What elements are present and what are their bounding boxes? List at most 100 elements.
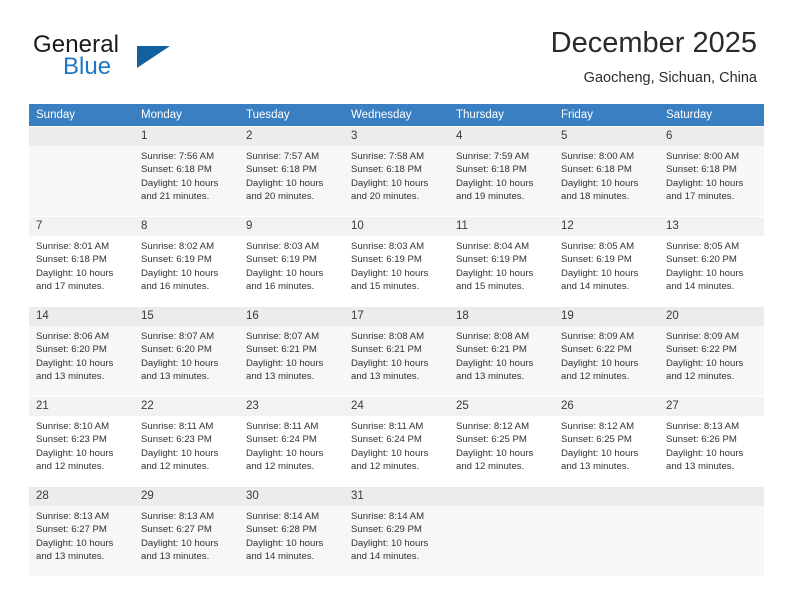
sun-times-detail: Sunrise: 8:05 AM Sunset: 6:19 PM Dayligh… <box>561 241 639 293</box>
brand-logo[interactable]: General Blue <box>33 33 213 85</box>
sun-times-detail: Sunrise: 7:57 AM Sunset: 6:18 PM Dayligh… <box>246 151 324 203</box>
weekday-header-tuesday: Tuesday <box>239 104 344 126</box>
day-cell-inner: 20 Sunrise: 8:09 AM Sunset: 6:22 PM Dayli… <box>659 306 764 396</box>
day-number: 11 <box>449 217 554 236</box>
day-cell-inner: 31 Sunrise: 8:14 AM Sunset: 6:29 PM Dayli… <box>344 486 449 576</box>
calendar-day-cell[interactable]: 23 Sunrise: 8:11 AM Sunset: 6:24 PM Dayli… <box>239 396 344 486</box>
day-cell-inner: 12 Sunrise: 8:05 AM Sunset: 6:19 PM Dayli… <box>554 216 659 306</box>
sun-times-detail <box>554 506 659 510</box>
day-cell-inner: 13 Sunrise: 8:05 AM Sunset: 6:20 PM Dayli… <box>659 216 764 306</box>
day-cell-inner: 26 Sunrise: 8:12 AM Sunset: 6:25 PM Dayli… <box>554 396 659 486</box>
day-number: 20 <box>659 307 764 326</box>
calendar-day-cell[interactable]: 22 Sunrise: 8:11 AM Sunset: 6:23 PM Dayli… <box>134 396 239 486</box>
calendar-day-cell[interactable]: 21 Sunrise: 8:10 AM Sunset: 6:23 PM Dayli… <box>29 396 134 486</box>
calendar-day-cell[interactable]: 3 Sunrise: 7:58 AM Sunset: 6:18 PM Daylig… <box>344 126 449 216</box>
day-cell-inner: 21 Sunrise: 8:10 AM Sunset: 6:23 PM Dayli… <box>29 396 134 486</box>
title-block: December 2025 Gaocheng, Sichuan, China <box>551 27 757 86</box>
calendar-day-cell[interactable]: 25 Sunrise: 8:12 AM Sunset: 6:25 PM Dayli… <box>449 396 554 486</box>
day-cell-inner: 5 Sunrise: 8:00 AM Sunset: 6:18 PM Daylig… <box>554 126 659 216</box>
day-cell-inner: 27 Sunrise: 8:13 AM Sunset: 6:26 PM Dayli… <box>659 396 764 486</box>
calendar-day-cell[interactable]: 19 Sunrise: 8:09 AM Sunset: 6:22 PM Dayli… <box>554 306 659 396</box>
calendar-day-cell[interactable]: 8 Sunrise: 8:02 AM Sunset: 6:19 PM Daylig… <box>134 216 239 306</box>
calendar-day-cell[interactable]: 5 Sunrise: 8:00 AM Sunset: 6:18 PM Daylig… <box>554 126 659 216</box>
calendar-day-cell[interactable]: 7 Sunrise: 8:01 AM Sunset: 6:18 PM Daylig… <box>29 216 134 306</box>
calendar-day-cell[interactable]: 27 Sunrise: 8:13 AM Sunset: 6:26 PM Dayli… <box>659 396 764 486</box>
calendar-day-cell[interactable]: 4 Sunrise: 7:59 AM Sunset: 6:18 PM Daylig… <box>449 126 554 216</box>
weekday-header-thursday: Thursday <box>449 104 554 126</box>
day-number: 3 <box>344 127 449 146</box>
day-number: 5 <box>554 127 659 146</box>
sun-times-detail: Sunrise: 8:11 AM Sunset: 6:23 PM Dayligh… <box>141 421 219 473</box>
day-number: 27 <box>659 397 764 416</box>
sun-times-detail: Sunrise: 8:14 AM Sunset: 6:28 PM Dayligh… <box>246 511 324 563</box>
day-number: 1 <box>134 127 239 146</box>
calendar-day-cell[interactable]: 2 Sunrise: 7:57 AM Sunset: 6:18 PM Daylig… <box>239 126 344 216</box>
day-cell-inner <box>29 126 134 216</box>
calendar-empty-cell <box>554 486 659 576</box>
triangle-mark-icon <box>137 46 170 68</box>
sun-times-detail: Sunrise: 8:09 AM Sunset: 6:22 PM Dayligh… <box>561 331 639 383</box>
day-cell-inner: 14 Sunrise: 8:06 AM Sunset: 6:20 PM Dayli… <box>29 306 134 396</box>
day-cell-inner: 11 Sunrise: 8:04 AM Sunset: 6:19 PM Dayli… <box>449 216 554 306</box>
location-subtitle: Gaocheng, Sichuan, China <box>583 69 757 86</box>
sun-times-detail: Sunrise: 8:13 AM Sunset: 6:27 PM Dayligh… <box>36 511 114 563</box>
calendar-day-cell[interactable]: 28 Sunrise: 8:13 AM Sunset: 6:27 PM Dayli… <box>29 486 134 576</box>
calendar-day-cell[interactable]: 13 Sunrise: 8:05 AM Sunset: 6:20 PM Dayli… <box>659 216 764 306</box>
calendar-day-cell[interactable]: 31 Sunrise: 8:14 AM Sunset: 6:29 PM Dayli… <box>344 486 449 576</box>
day-number: 10 <box>344 217 449 236</box>
day-cell-inner: 23 Sunrise: 8:11 AM Sunset: 6:24 PM Dayli… <box>239 396 344 486</box>
calendar-day-cell[interactable]: 12 Sunrise: 8:05 AM Sunset: 6:19 PM Dayli… <box>554 216 659 306</box>
calendar-body: 1 Sunrise: 7:56 AM Sunset: 6:18 PM Daylig… <box>29 126 764 576</box>
calendar-day-cell[interactable]: 10 Sunrise: 8:03 AM Sunset: 6:19 PM Dayli… <box>344 216 449 306</box>
day-cell-inner: 4 Sunrise: 7:59 AM Sunset: 6:18 PM Daylig… <box>449 126 554 216</box>
weekday-header-friday: Friday <box>554 104 659 126</box>
day-cell-inner: 10 Sunrise: 8:03 AM Sunset: 6:19 PM Dayli… <box>344 216 449 306</box>
day-cell-inner: 18 Sunrise: 8:08 AM Sunset: 6:21 PM Dayli… <box>449 306 554 396</box>
day-number: 19 <box>554 307 659 326</box>
calendar-day-cell[interactable]: 26 Sunrise: 8:12 AM Sunset: 6:25 PM Dayli… <box>554 396 659 486</box>
calendar-day-cell[interactable]: 6 Sunrise: 8:00 AM Sunset: 6:18 PM Daylig… <box>659 126 764 216</box>
page-header: General Blue December 2025 Gaocheng, Sic… <box>0 0 792 86</box>
day-cell-inner: 29 Sunrise: 8:13 AM Sunset: 6:27 PM Dayli… <box>134 486 239 576</box>
day-number: 2 <box>239 127 344 146</box>
calendar-empty-cell <box>29 126 134 216</box>
sun-times-detail: Sunrise: 8:08 AM Sunset: 6:21 PM Dayligh… <box>351 331 429 383</box>
day-number: 24 <box>344 397 449 416</box>
weekday-header-monday: Monday <box>134 104 239 126</box>
sun-times-detail: Sunrise: 7:58 AM Sunset: 6:18 PM Dayligh… <box>351 151 429 203</box>
calendar-day-cell[interactable]: 29 Sunrise: 8:13 AM Sunset: 6:27 PM Dayli… <box>134 486 239 576</box>
calendar-day-cell[interactable]: 17 Sunrise: 8:08 AM Sunset: 6:21 PM Dayli… <box>344 306 449 396</box>
day-number: 14 <box>29 307 134 326</box>
calendar-empty-cell <box>449 486 554 576</box>
calendar-page: General Blue December 2025 Gaocheng, Sic… <box>0 0 792 612</box>
calendar-week-row: 1 Sunrise: 7:56 AM Sunset: 6:18 PM Daylig… <box>29 126 764 216</box>
calendar-day-cell[interactable]: 16 Sunrise: 8:07 AM Sunset: 6:21 PM Dayli… <box>239 306 344 396</box>
day-cell-inner <box>554 486 659 576</box>
calendar-day-cell[interactable]: 14 Sunrise: 8:06 AM Sunset: 6:20 PM Dayli… <box>29 306 134 396</box>
calendar-day-cell[interactable]: 24 Sunrise: 8:11 AM Sunset: 6:24 PM Dayli… <box>344 396 449 486</box>
calendar-day-cell[interactable]: 9 Sunrise: 8:03 AM Sunset: 6:19 PM Daylig… <box>239 216 344 306</box>
sun-times-detail: Sunrise: 8:02 AM Sunset: 6:19 PM Dayligh… <box>141 241 219 293</box>
calendar-day-cell[interactable]: 20 Sunrise: 8:09 AM Sunset: 6:22 PM Dayli… <box>659 306 764 396</box>
day-cell-inner <box>449 486 554 576</box>
day-number: 22 <box>134 397 239 416</box>
sun-times-detail: Sunrise: 8:12 AM Sunset: 6:25 PM Dayligh… <box>456 421 534 473</box>
day-cell-inner: 17 Sunrise: 8:08 AM Sunset: 6:21 PM Dayli… <box>344 306 449 396</box>
day-cell-inner: 1 Sunrise: 7:56 AM Sunset: 6:18 PM Daylig… <box>134 126 239 216</box>
day-cell-inner: 15 Sunrise: 8:07 AM Sunset: 6:20 PM Dayli… <box>134 306 239 396</box>
sun-times-detail: Sunrise: 8:12 AM Sunset: 6:25 PM Dayligh… <box>561 421 639 473</box>
calendar-week-row: 28 Sunrise: 8:13 AM Sunset: 6:27 PM Dayli… <box>29 486 764 576</box>
day-cell-inner: 19 Sunrise: 8:09 AM Sunset: 6:22 PM Dayli… <box>554 306 659 396</box>
sun-times-detail: Sunrise: 8:13 AM Sunset: 6:27 PM Dayligh… <box>141 511 219 563</box>
calendar-day-cell[interactable]: 1 Sunrise: 7:56 AM Sunset: 6:18 PM Daylig… <box>134 126 239 216</box>
calendar-day-cell[interactable]: 18 Sunrise: 8:08 AM Sunset: 6:21 PM Dayli… <box>449 306 554 396</box>
calendar-day-cell[interactable]: 30 Sunrise: 8:14 AM Sunset: 6:28 PM Dayli… <box>239 486 344 576</box>
sun-times-detail: Sunrise: 8:04 AM Sunset: 6:19 PM Dayligh… <box>456 241 534 293</box>
day-number: 12 <box>554 217 659 236</box>
day-number: 23 <box>239 397 344 416</box>
calendar-empty-cell <box>659 486 764 576</box>
calendar-day-cell[interactable]: 15 Sunrise: 8:07 AM Sunset: 6:20 PM Dayli… <box>134 306 239 396</box>
calendar-day-cell[interactable]: 11 Sunrise: 8:04 AM Sunset: 6:19 PM Dayli… <box>449 216 554 306</box>
sun-times-detail <box>659 506 764 510</box>
weekday-header-sunday: Sunday <box>29 104 134 126</box>
